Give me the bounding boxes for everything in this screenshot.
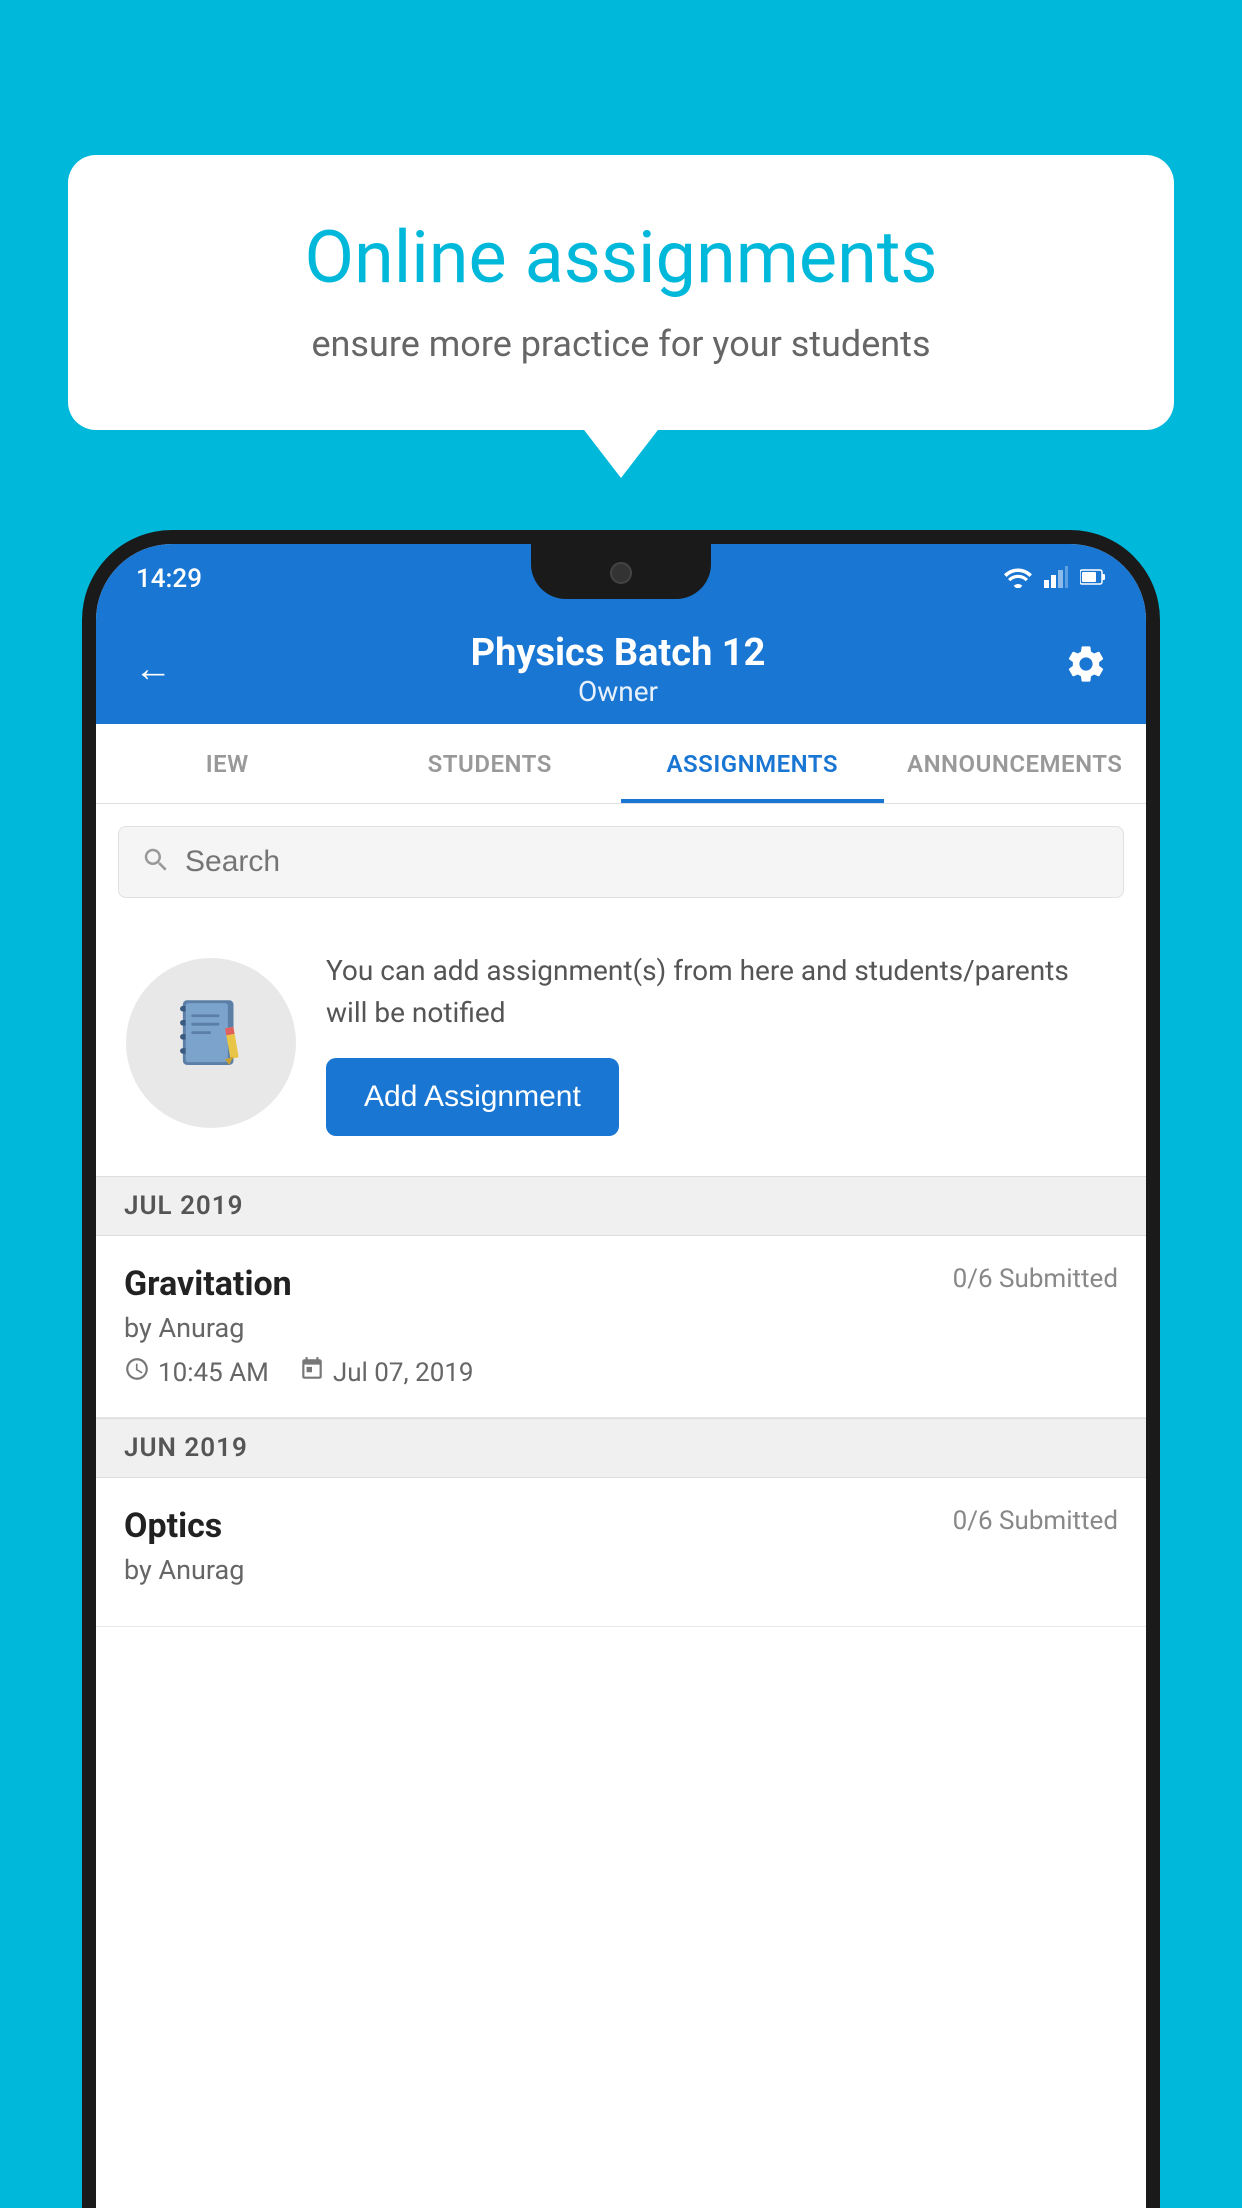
speech-bubble-container: Online assignments ensure more practice … <box>68 155 1174 430</box>
bubble-subtitle: ensure more practice for your students <box>138 323 1104 365</box>
front-camera <box>610 562 632 584</box>
search-bar[interactable] <box>118 826 1124 898</box>
app-bar-title: Physics Batch 12 <box>471 631 766 675</box>
assignment-submitted-optics: 0/6 Submitted <box>953 1506 1118 1536</box>
app-bar: ← Physics Batch 12 Owner <box>96 614 1146 724</box>
calendar-icon <box>299 1356 325 1389</box>
meta-time: 10:45 AM <box>124 1356 269 1389</box>
tab-students[interactable]: STUDENTS <box>359 724 622 803</box>
status-time: 14:29 <box>136 564 202 594</box>
tab-announcements[interactable]: ANNOUNCEMENTS <box>884 724 1147 803</box>
assignment-title: Gravitation <box>124 1264 292 1304</box>
search-input[interactable] <box>185 845 1101 879</box>
app-bar-subtitle: Owner <box>471 675 766 708</box>
phone-frame: 14:29 <box>82 530 1160 2208</box>
notebook-icon <box>166 989 256 1097</box>
assignment-date: Jul 07, 2019 <box>333 1358 474 1388</box>
battery-icon <box>1080 568 1106 590</box>
back-button[interactable]: ← <box>134 647 172 691</box>
bubble-title: Online assignments <box>138 215 1104 301</box>
assignment-author: by Anurag <box>124 1312 1118 1344</box>
promo-block: You can add assignment(s) from here and … <box>96 920 1146 1176</box>
assignment-time: 10:45 AM <box>158 1358 269 1388</box>
tab-assignments[interactable]: ASSIGNMENTS <box>621 724 884 803</box>
signal-icon <box>1044 566 1068 592</box>
assignment-row-top: Gravitation 0/6 Submitted <box>124 1264 1118 1304</box>
promo-text-block: You can add assignment(s) from here and … <box>326 950 1116 1136</box>
assignment-item-optics[interactable]: Optics 0/6 Submitted by Anurag <box>96 1478 1146 1627</box>
assignment-title-optics: Optics <box>124 1506 222 1546</box>
phone-notch <box>531 544 711 599</box>
wifi-icon <box>1004 566 1032 592</box>
assignment-meta: 10:45 AM Jul 07, 2019 <box>124 1356 1118 1389</box>
content-area: You can add assignment(s) from here and … <box>96 804 1146 2208</box>
assignment-submitted: 0/6 Submitted <box>953 1264 1118 1294</box>
assignment-author-optics: by Anurag <box>124 1554 1118 1586</box>
tab-iew[interactable]: IEW <box>96 724 359 803</box>
assignment-item-gravitation[interactable]: Gravitation 0/6 Submitted by Anurag 10:4… <box>96 1236 1146 1418</box>
speech-bubble: Online assignments ensure more practice … <box>68 155 1174 430</box>
status-icons <box>1004 566 1106 592</box>
meta-date: Jul 07, 2019 <box>299 1356 474 1389</box>
promo-description: You can add assignment(s) from here and … <box>326 950 1116 1034</box>
month-header-jul: JUL 2019 <box>96 1176 1146 1236</box>
clock-icon <box>124 1356 150 1389</box>
month-header-jun: JUN 2019 <box>96 1418 1146 1478</box>
assignment-row-top-optics: Optics 0/6 Submitted <box>124 1506 1118 1546</box>
search-icon <box>141 845 171 879</box>
tabs-bar: IEW STUDENTS ASSIGNMENTS ANNOUNCEMENTS <box>96 724 1146 804</box>
settings-icon[interactable] <box>1064 642 1108 696</box>
add-assignment-button[interactable]: Add Assignment <box>326 1058 619 1136</box>
phone-screen: 14:29 <box>96 544 1146 2208</box>
promo-icon-circle <box>126 958 296 1128</box>
app-bar-title-block: Physics Batch 12 Owner <box>471 631 766 708</box>
